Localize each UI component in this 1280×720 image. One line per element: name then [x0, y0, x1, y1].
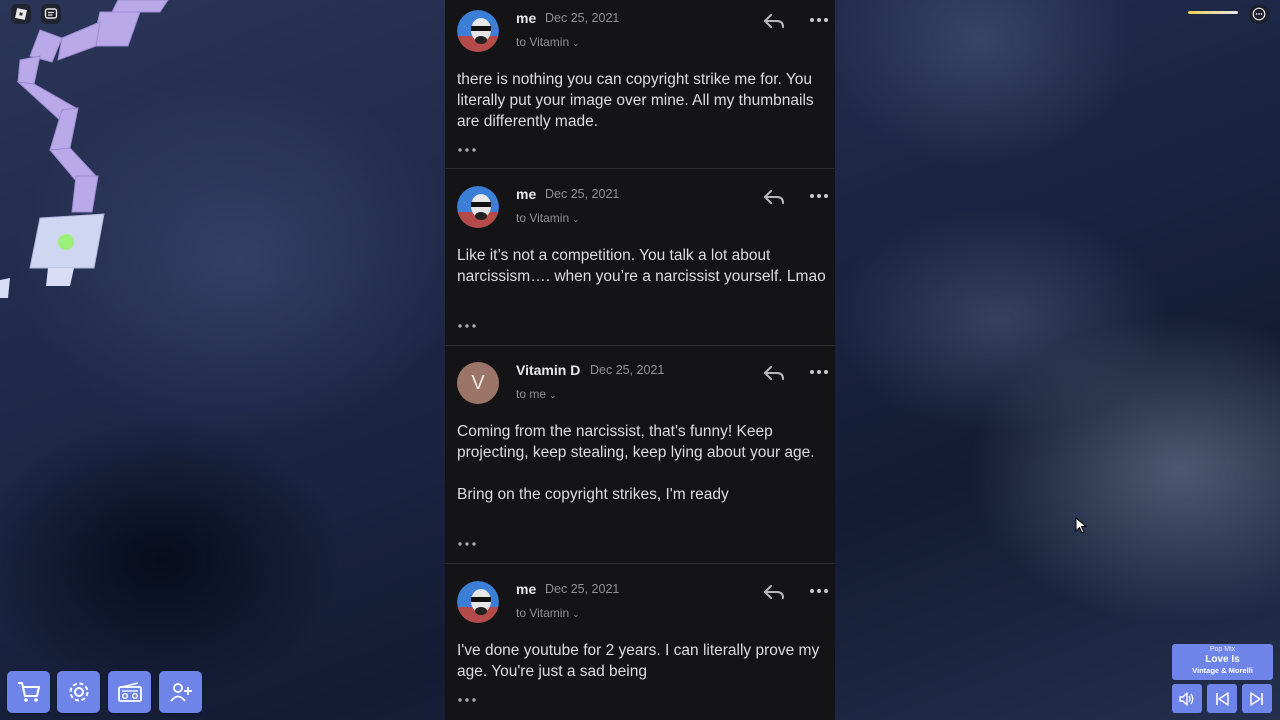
sender-name: Vitamin D [516, 362, 581, 378]
recipient-label: to Vitamin [516, 35, 570, 49]
reply-icon[interactable] [763, 364, 785, 382]
recipient-label: to Vitamin [516, 606, 570, 620]
user-avatar [457, 581, 499, 623]
recipient-dropdown[interactable]: to me ⌄ [516, 387, 557, 401]
email-message[interactable]: me Dec 25, 2021 to Vitamin ⌄ there is not… [445, 0, 835, 168]
message-date: Dec 25, 2021 [545, 582, 620, 596]
mouse-cursor-icon [1075, 517, 1087, 534]
ellipsis-icon [1252, 7, 1266, 21]
email-message[interactable]: me Dec 25, 2021 to Vitamin ⌄ I've done yo… [445, 571, 835, 720]
message-body: Coming from the narcissist, that's funny… [457, 423, 815, 503]
recipient-dropdown[interactable]: to Vitamin ⌄ [516, 35, 580, 49]
obby-platforms [0, 0, 169, 298]
recipient-dropdown[interactable]: to Vitamin ⌄ [516, 606, 580, 620]
speaker-icon [1179, 691, 1194, 706]
settings-button[interactable] [57, 671, 100, 713]
radio-icon [117, 682, 142, 702]
reply-icon[interactable] [763, 188, 785, 206]
health-bar [1188, 11, 1238, 14]
divider [445, 345, 835, 346]
shop-button[interactable] [7, 671, 50, 713]
chevron-down-icon: ⌄ [572, 609, 580, 619]
now-playing-card: Pop Mix Love Is Vintage & Morelli [1172, 644, 1273, 680]
message-date: Dec 25, 2021 [545, 11, 620, 25]
more-actions-icon[interactable] [809, 366, 829, 378]
more-actions-icon[interactable] [809, 190, 829, 202]
playlist-name: Pop Mix [1209, 646, 1236, 653]
volume-button[interactable] [1172, 684, 1202, 713]
song-artist: Vintage & Morelli [1192, 666, 1253, 675]
user-avatar [457, 10, 499, 52]
message-body: Like it’s not a competition. You talk a … [457, 247, 826, 285]
chevron-down-icon: ⌄ [572, 38, 580, 48]
divider [445, 563, 835, 564]
message-date: Dec 25, 2021 [590, 363, 665, 377]
recipient-label: to Vitamin [516, 211, 570, 225]
reply-icon[interactable] [763, 12, 785, 30]
radio-button[interactable] [108, 671, 151, 713]
skip-back-icon [1216, 691, 1229, 706]
message-body: there is nothing you can copyright strik… [457, 71, 814, 130]
recipient-dropdown[interactable]: to Vitamin ⌄ [516, 211, 580, 225]
message-date: Dec 25, 2021 [545, 187, 620, 201]
sender-name: me [516, 186, 537, 202]
show-trimmed-content-icon[interactable] [457, 146, 477, 154]
skip-forward-icon [1250, 691, 1263, 706]
more-options-button[interactable] [1249, 4, 1269, 24]
sender-name: me [516, 581, 537, 597]
cart-icon [17, 682, 40, 702]
sender-avatar: V [457, 362, 499, 404]
song-title: Love Is [1205, 654, 1240, 665]
reply-icon[interactable] [763, 583, 785, 601]
email-message[interactable]: me Dec 25, 2021 to Vitamin ⌄ Like it’s no… [445, 176, 835, 344]
show-trimmed-content-icon[interactable] [457, 696, 477, 704]
friends-button[interactable] [159, 671, 202, 713]
chevron-down-icon: ⌄ [549, 390, 557, 400]
user-avatar [457, 186, 499, 228]
sender-name: me [516, 10, 537, 26]
show-trimmed-content-icon[interactable] [457, 540, 477, 548]
email-message[interactable]: V Vitamin D Dec 25, 2021 to me ⌄ Coming f… [445, 352, 835, 562]
show-trimmed-content-icon[interactable] [457, 322, 477, 330]
more-actions-icon[interactable] [809, 585, 829, 597]
divider [445, 168, 835, 169]
next-track-button[interactable] [1242, 684, 1272, 713]
gear-icon [69, 682, 88, 702]
recipient-label: to me [516, 387, 547, 401]
more-actions-icon[interactable] [809, 14, 829, 26]
email-thread-panel[interactable]: me Dec 25, 2021 to Vitamin ⌄ there is not… [445, 0, 835, 720]
chevron-down-icon: ⌄ [572, 214, 580, 224]
add-friend-icon [169, 683, 192, 702]
message-body: I've done youtube for 2 years. I can lit… [457, 642, 820, 680]
previous-track-button[interactable] [1207, 684, 1237, 713]
